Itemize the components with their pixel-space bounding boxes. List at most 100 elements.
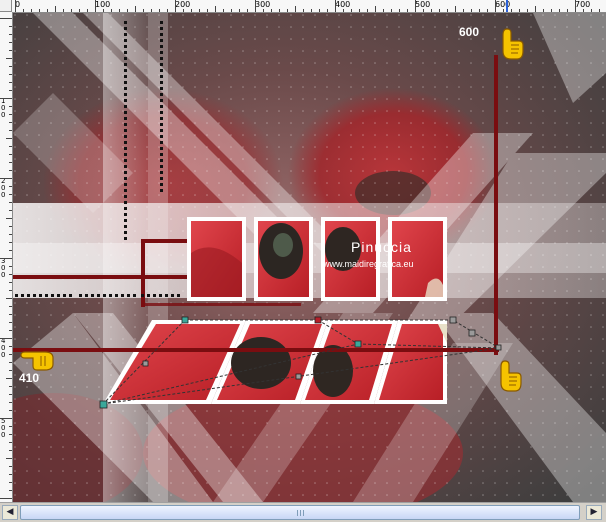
ruler-tick — [167, 9, 168, 12]
ruler-tick — [9, 394, 12, 395]
transform-handle[interactable] — [449, 316, 457, 324]
ruler-tick — [279, 9, 280, 12]
ruler-tick — [9, 442, 12, 443]
transform-handle[interactable] — [314, 316, 322, 324]
ruler-tick — [439, 9, 440, 12]
ruler-label: 100 — [95, 0, 111, 9]
ruler-tick — [6, 298, 12, 299]
ruler-tick — [9, 362, 12, 363]
ruler-label: 500 — [415, 0, 431, 9]
ruler-tick — [471, 9, 472, 12]
ruler-tick — [0, 498, 12, 499]
ruler-label: 400 — [335, 0, 351, 9]
ruler-tick — [487, 9, 488, 12]
ruler-tick — [183, 9, 184, 12]
ruler-tick — [9, 154, 12, 155]
ruler-tick — [9, 66, 12, 67]
ruler-tick — [247, 9, 248, 12]
ruler-tick — [6, 458, 12, 459]
ruler-tick — [9, 114, 12, 115]
ruler-tick — [407, 9, 408, 12]
ruler-tick — [215, 6, 216, 12]
ruler-tick — [583, 9, 584, 12]
ruler-tick — [447, 9, 448, 12]
ruler-tick — [303, 9, 304, 12]
ruler-tick — [9, 242, 12, 243]
ruler-tick — [9, 42, 12, 43]
ruler-tick — [319, 9, 320, 12]
ruler-tick — [9, 434, 12, 435]
ruler-tick — [335, 0, 336, 12]
ruler-tick — [6, 58, 12, 59]
watermark-url: www.maidiregrafica.eu — [322, 259, 414, 269]
ruler-tick — [199, 9, 200, 12]
ruler-tick — [31, 9, 32, 12]
ruler-tick — [9, 186, 12, 187]
ruler-tick — [391, 9, 392, 12]
ruler-tick — [559, 9, 560, 12]
ruler-position-marker — [506, 0, 508, 12]
watermark-name: Pinuccia — [351, 239, 412, 255]
ruler-tick — [463, 9, 464, 12]
ruler-tick — [519, 9, 520, 12]
ruler-tick — [6, 138, 12, 139]
horizontal-ruler[interactable]: 0 100 200 300 400 500 600 700 — [12, 0, 606, 13]
ruler-tick — [9, 314, 12, 315]
ruler-tick — [367, 9, 368, 12]
transform-handle[interactable] — [99, 400, 108, 409]
transform-handle[interactable] — [295, 373, 302, 380]
ruler-tick — [9, 306, 12, 307]
transform-handle[interactable] — [181, 316, 189, 324]
scrollbar-thumb[interactable] — [20, 505, 580, 520]
vertical-ruler[interactable]: 1 0 0 2 0 0 3 0 0 4 0 0 5 0 0 — [0, 12, 13, 502]
ruler-tick — [9, 482, 12, 483]
scroll-right-button[interactable]: ▶ — [586, 505, 602, 520]
ruler-label: 5 0 0 — [1, 417, 6, 439]
transform-handle[interactable] — [495, 344, 502, 351]
ruler-tick — [23, 9, 24, 12]
ruler-tick — [9, 170, 12, 171]
ruler-tick — [535, 6, 536, 12]
ruler-tick — [9, 90, 12, 91]
ruler-tick — [551, 9, 552, 12]
ruler-label: 2 0 0 — [1, 177, 6, 199]
transform-handle[interactable] — [468, 329, 476, 337]
ruler-tick — [9, 106, 12, 107]
ruler-tick — [6, 218, 12, 219]
ruler-tick — [543, 9, 544, 12]
ruler-tick — [375, 6, 376, 12]
ruler-tick — [9, 370, 12, 371]
ruler-tick — [9, 74, 12, 75]
ruler-tick — [87, 9, 88, 12]
ruler-tick — [351, 9, 352, 12]
ruler-tick — [9, 194, 12, 195]
ruler-label: 3 0 0 — [1, 257, 6, 279]
ruler-tick — [231, 9, 232, 12]
ruler-tick — [503, 9, 504, 12]
horizontal-scrollbar[interactable]: ◀ ▶ — [0, 502, 606, 522]
ruler-tick — [0, 258, 12, 259]
ruler-tick — [55, 6, 56, 12]
ruler-tick — [295, 6, 296, 12]
ruler-tick — [343, 9, 344, 12]
transform-handle[interactable] — [142, 360, 149, 367]
ruler-tick — [399, 9, 400, 12]
ruler-tick — [311, 9, 312, 12]
ruler-tick — [9, 250, 12, 251]
ruler-tick — [9, 202, 12, 203]
image-canvas[interactable]: Pinuccia www.maidiregrafica.eu 600 410 — [13, 13, 606, 502]
ruler-tick — [327, 9, 328, 12]
ruler-tick — [0, 178, 12, 179]
ruler-tick — [135, 6, 136, 12]
ruler-tick — [9, 474, 12, 475]
ruler-tick — [431, 9, 432, 12]
scroll-left-button[interactable]: ◀ — [2, 505, 18, 520]
transform-handle[interactable] — [354, 340, 362, 348]
ruler-tick — [9, 34, 12, 35]
ruler-tick — [9, 26, 12, 27]
ruler-tick — [575, 0, 576, 12]
ruler-tick — [175, 0, 176, 12]
ruler-tick — [9, 282, 12, 283]
ruler-tick — [207, 9, 208, 12]
ruler-tick — [191, 9, 192, 12]
